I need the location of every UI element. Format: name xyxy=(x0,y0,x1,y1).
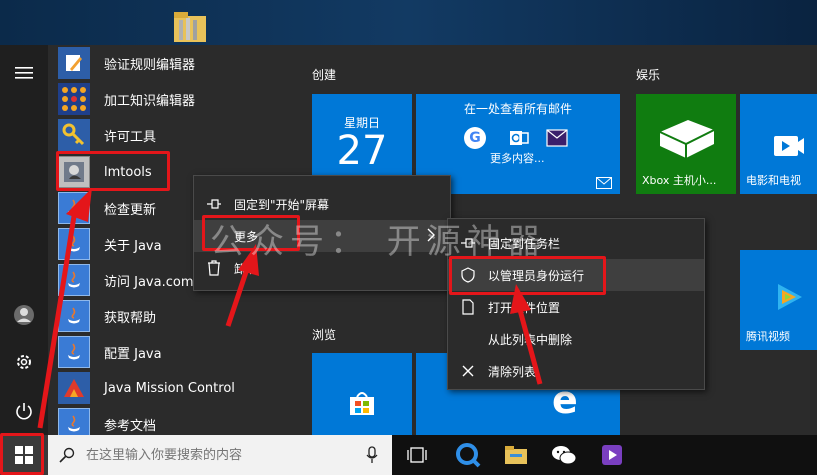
annotation-arrow xyxy=(517,309,543,385)
annotation-arrow xyxy=(225,265,251,327)
watermark-text: 公众号： 开源神器 xyxy=(210,222,547,262)
annotation-arrow-head xyxy=(510,284,531,314)
annotation-arrow xyxy=(37,209,78,429)
annotation-arrow-head xyxy=(66,188,92,222)
